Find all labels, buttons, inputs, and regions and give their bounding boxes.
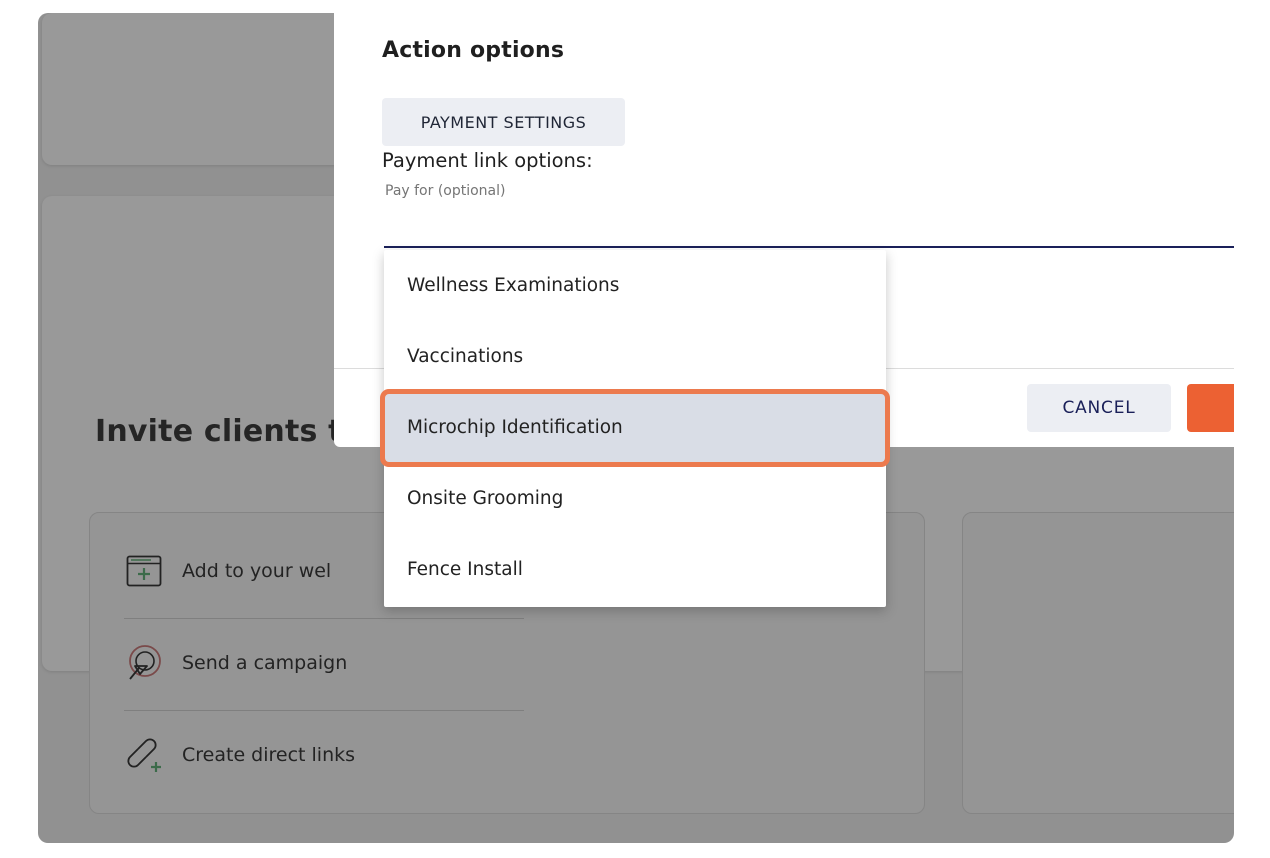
send-campaign-item[interactable]: Send a campaign — [124, 617, 524, 709]
browser-add-icon — [124, 551, 164, 591]
save-button[interactable] — [1187, 384, 1234, 432]
dropdown-option-selected[interactable]: Microchip Identification — [384, 392, 886, 463]
payment-settings-button[interactable]: PAYMENT SETTINGS — [382, 98, 625, 146]
dialog-title: Action options — [382, 38, 565, 63]
dropdown-option[interactable]: Vaccinations — [384, 321, 886, 392]
payment-link-options-label: Payment link options: — [382, 149, 593, 172]
create-direct-links-label: Create direct links — [182, 744, 356, 766]
dropdown-option[interactable]: Wellness Examinations — [384, 250, 886, 321]
pay-for-select-underline[interactable] — [384, 246, 1234, 248]
dropdown-option[interactable]: Fence Install — [384, 534, 886, 605]
pay-for-field-label: Pay for (optional) — [385, 183, 506, 199]
create-direct-links-item[interactable]: Create direct links — [124, 709, 524, 801]
add-to-website-label: Add to your wel — [182, 560, 332, 582]
dropdown-option[interactable]: Onsite Grooming — [384, 463, 886, 534]
send-campaign-label: Send a campaign — [182, 652, 348, 674]
invite-clients-title: Invite clients to — [95, 414, 364, 449]
side-card — [962, 512, 1234, 814]
pay-for-dropdown-menu: Wellness Examinations Vaccinations Micro… — [384, 250, 886, 607]
cursor-click-icon — [124, 643, 164, 683]
cancel-button[interactable]: CANCEL — [1027, 384, 1171, 432]
link-add-icon — [124, 735, 164, 775]
